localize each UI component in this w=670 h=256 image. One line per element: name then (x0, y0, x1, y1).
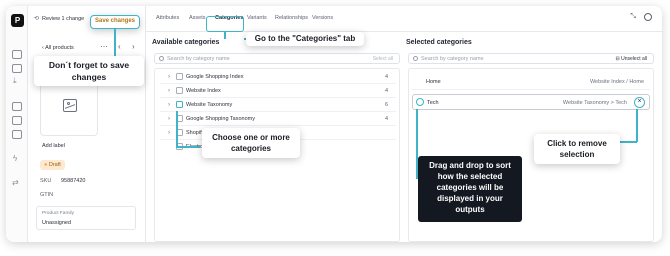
tab-assets[interactable]: Assets (189, 15, 206, 21)
swap-icon[interactable]: ⇄ (12, 178, 22, 189)
search-icon (159, 56, 164, 61)
selected-search-input[interactable]: Search by category name ⊟ Unselect all (408, 53, 654, 64)
remove-selection-icon[interactable]: × (634, 97, 645, 108)
available-categories-title: Available categories (152, 39, 220, 46)
category-count: 4 (384, 74, 388, 80)
dashboard-icon[interactable] (12, 50, 22, 59)
selected-category-name: Home (426, 79, 441, 85)
save-callout: Don´t forget to save changes (34, 56, 144, 86)
category-count: 4 (384, 88, 388, 94)
product-panel: ⟲ Review 1 change ‹ All products ⋯ ‹ › A… (28, 6, 146, 242)
tab-callout: Go to the "Categories" tab (246, 32, 364, 46)
path-separator: > (610, 100, 614, 106)
prev-product-icon[interactable]: ‹ (118, 42, 121, 51)
category-checkbox[interactable] (176, 101, 183, 108)
category-name: Google Shopping Index (186, 74, 244, 80)
selected-category-name: Tech (427, 100, 439, 106)
more-options-icon[interactable]: ⋯ (100, 42, 108, 51)
drag-handle-icon[interactable] (416, 98, 424, 106)
category-row[interactable]: › Google Shopping Index 4 (160, 70, 396, 84)
image-icon[interactable] (12, 64, 22, 73)
product-family-label: Product Family (42, 211, 74, 216)
box-icon[interactable] (12, 116, 22, 125)
next-product-icon[interactable]: › (132, 42, 135, 51)
collapse-icon[interactable]: ⤡ (630, 13, 636, 21)
available-search-input[interactable]: Search by category name Select all (154, 53, 400, 64)
categories-tab-highlight (206, 16, 244, 32)
product-family-value: Unassigned (42, 220, 72, 226)
category-count: 6 (384, 102, 388, 108)
path-leaf: Tech (615, 100, 627, 106)
category-checkbox[interactable] (176, 87, 183, 94)
app-logo-icon: P (11, 14, 24, 27)
sku-label: SKU (40, 178, 52, 184)
selected-category-path: Website Taxonomy > Tech (563, 100, 627, 106)
expand-chevron-icon[interactable]: › (168, 130, 170, 136)
download-icon[interactable]: ⤓ (12, 76, 22, 87)
review-changes-link[interactable]: Review 1 change (42, 16, 84, 22)
path-root: Website Index (589, 79, 625, 85)
choose-callout-connector (176, 146, 200, 148)
expand-chevron-icon[interactable]: › (168, 74, 170, 80)
drag-callout: Drag and drop to sort how the selected c… (418, 156, 522, 222)
category-name: Google Shopping Taxonomy (186, 116, 256, 122)
choose-callout-connector (176, 111, 178, 147)
selected-categories-title: Selected categories (406, 39, 472, 46)
category-name: Website Index (186, 88, 221, 94)
save-callout-connector (114, 29, 116, 56)
tab-variants[interactable]: Variants (247, 15, 267, 21)
expand-chevron-icon[interactable]: › (168, 88, 170, 94)
all-products-label: All products (45, 45, 74, 51)
calendar-icon[interactable] (12, 102, 22, 111)
remove-callout-connector (636, 109, 638, 142)
unselect-all-link[interactable]: ⊟ Unselect all (616, 56, 647, 62)
status-badge[interactable]: ● Draft (40, 160, 65, 170)
path-leaf: Home (629, 79, 644, 85)
image-icon (63, 99, 77, 112)
remove-callout-connector (620, 141, 637, 143)
select-all-link[interactable]: Select all (373, 56, 393, 62)
selected-search-placeholder: Search by category name (421, 56, 484, 62)
add-label-button[interactable]: Add label (42, 143, 65, 149)
expand-chevron-icon[interactable]: › (168, 116, 170, 122)
product-family-field[interactable]: Product Family Unassigned (36, 206, 136, 230)
bolt-icon[interactable]: ϟ (12, 154, 22, 165)
tab-versions[interactable]: Versions (312, 15, 333, 21)
book-icon[interactable] (12, 130, 22, 139)
search-icon (413, 56, 418, 61)
status-badge-label: Draft (48, 162, 61, 168)
tab-relationships[interactable]: Relationships (275, 15, 308, 21)
selected-category-path: Website Index / Home (590, 79, 644, 85)
save-changes-button[interactable]: Save changes (90, 15, 140, 29)
tab-attributes[interactable]: Attributes (156, 15, 179, 21)
comments-icon[interactable] (644, 13, 652, 21)
app-window: P ⤓ ϟ ⇄ ⟲ Review 1 change ‹ All products… (6, 6, 662, 242)
back-to-all-products[interactable]: ‹ All products (42, 45, 74, 51)
history-icon: ⟲ (34, 16, 40, 22)
category-row[interactable]: › Website Index 4 (160, 84, 396, 98)
category-count: 4 (384, 116, 388, 122)
sku-value: 95887420 (61, 178, 86, 184)
remove-callout: Click to remove selection (534, 134, 620, 164)
unselect-all-label: Unselect all (621, 56, 647, 62)
product-image-placeholder[interactable] (40, 78, 98, 136)
category-checkbox[interactable] (176, 73, 183, 80)
icon-rail: P ⤓ ϟ ⇄ (6, 6, 28, 242)
path-root: Website Taxonomy (562, 100, 610, 106)
category-row[interactable]: › Website Taxonomy 6 (160, 98, 396, 112)
available-search-placeholder: Search by category name (167, 56, 230, 62)
category-name: Website Taxonomy (186, 102, 233, 108)
category-row[interactable]: › Google Shopping Taxonomy 4 (160, 112, 396, 126)
gtin-label: GTIN (40, 192, 54, 198)
choose-callout: Choose one or more categories (202, 128, 300, 158)
tab-callout-connector (224, 32, 226, 39)
selected-row[interactable]: Home Website Index / Home (412, 74, 650, 90)
path-separator: / (626, 79, 628, 85)
expand-chevron-icon[interactable]: › (168, 102, 170, 108)
selected-row[interactable]: Tech Website Taxonomy > Tech × (412, 94, 650, 110)
